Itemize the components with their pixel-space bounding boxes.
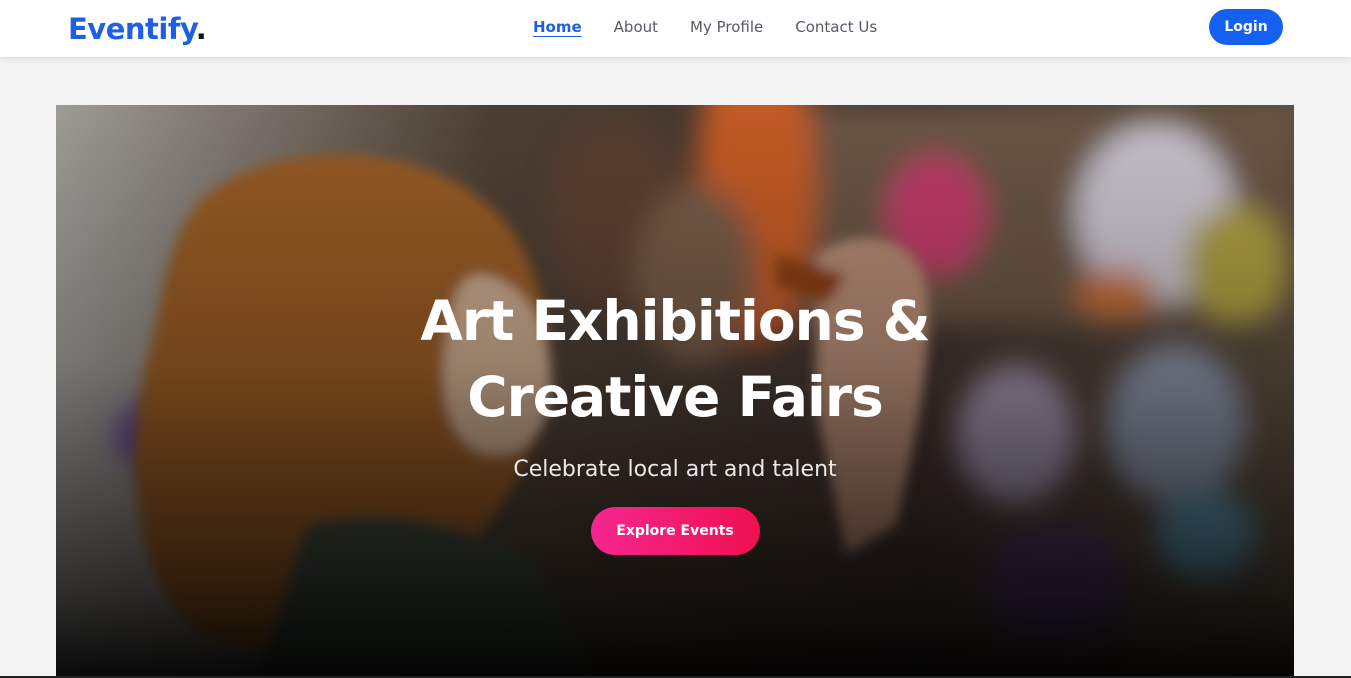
nav-link-contact-us[interactable]: Contact Us [795,17,877,37]
nav-link-home[interactable]: Home [533,17,582,37]
top-navbar: Eventify. Home About My Profile Contact … [0,0,1351,57]
nav-link-about[interactable]: About [614,17,658,37]
nav-link-my-profile[interactable]: My Profile [690,17,763,37]
hero-subtitle: Celebrate local art and talent [513,457,837,482]
login-button[interactable]: Login [1209,9,1283,45]
main-nav: Home About My Profile Contact Us [533,17,909,37]
brand-logo[interactable]: Eventify. [68,10,207,48]
hero-banner: Art Exhibitions & Creative Fairs Celebra… [56,105,1294,678]
hero-title: Art Exhibitions & Creative Fairs [420,289,930,429]
hero-content: Art Exhibitions & Creative Fairs Celebra… [56,283,1294,555]
explore-events-button[interactable]: Explore Events [590,507,760,555]
